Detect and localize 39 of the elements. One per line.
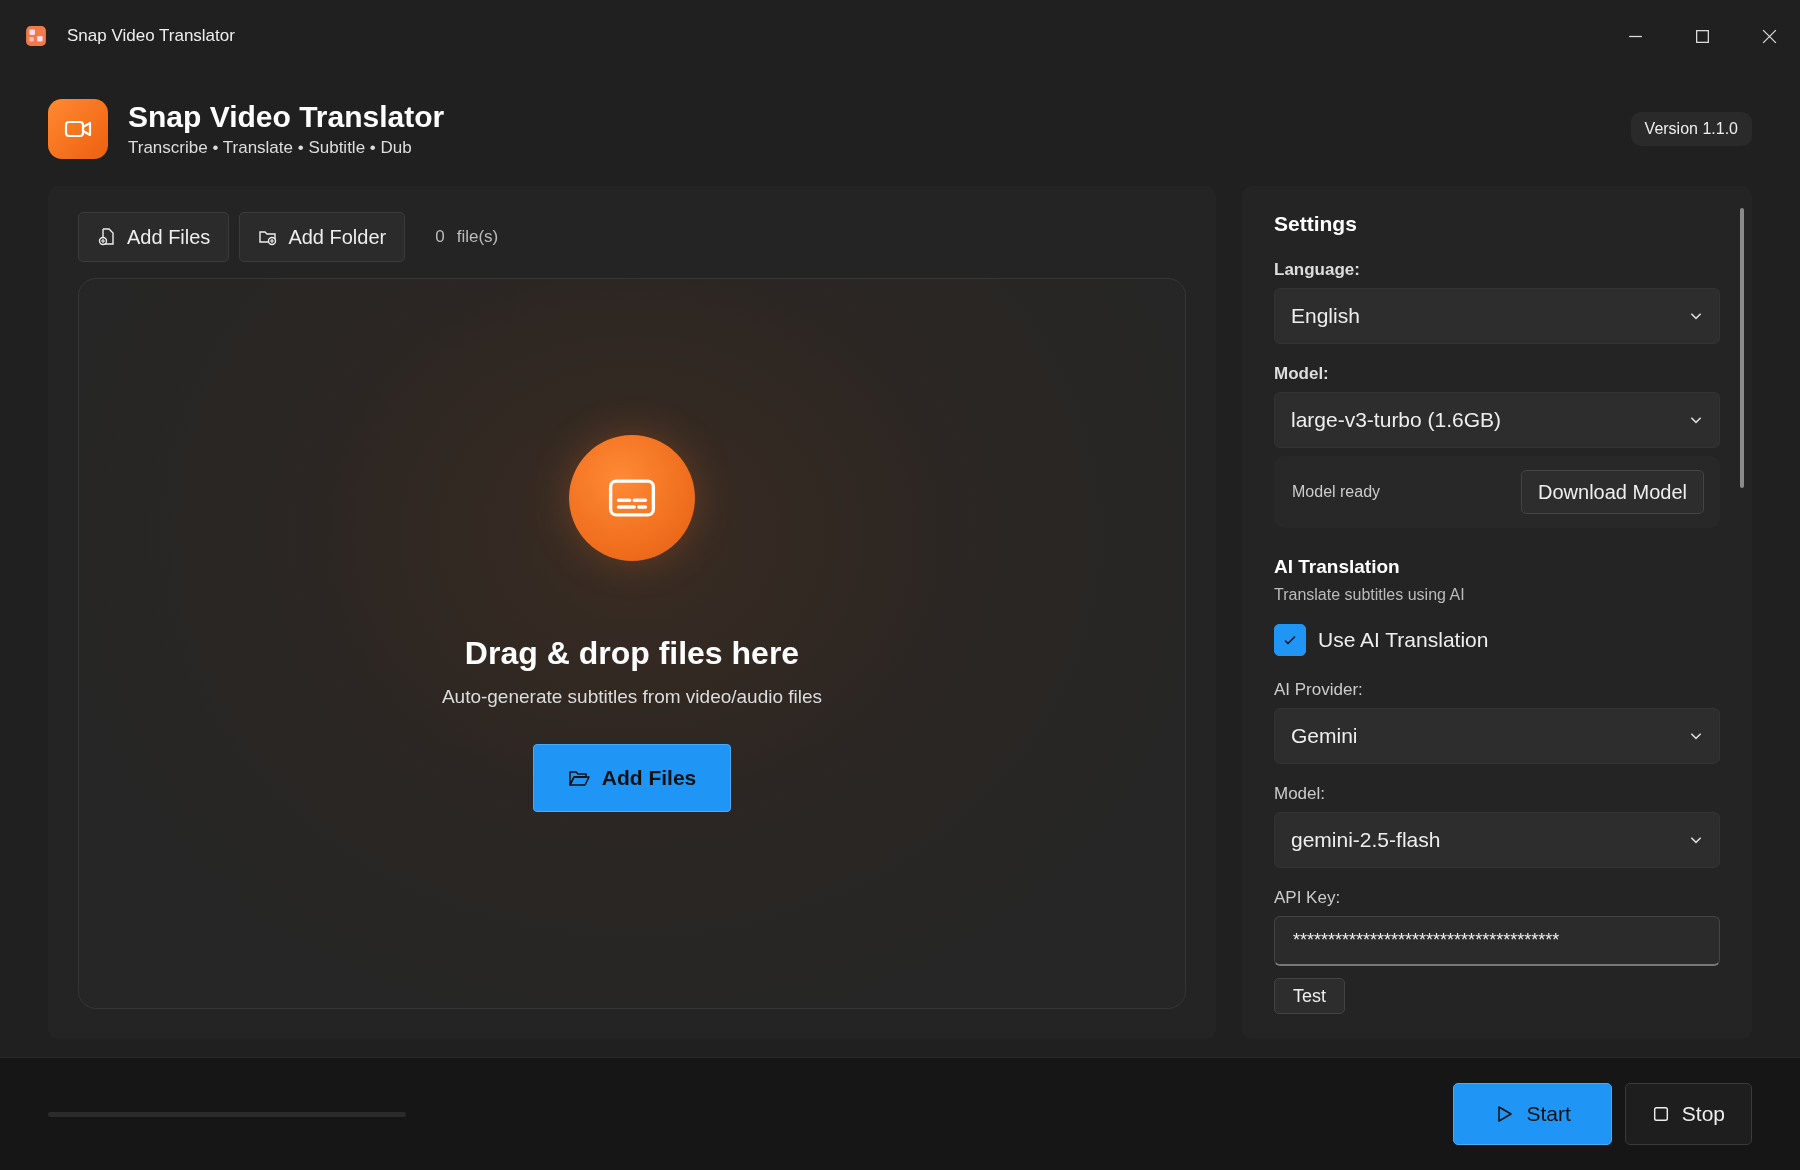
file-count: 0 (435, 227, 445, 247)
download-model-button[interactable]: Download Model (1521, 470, 1704, 514)
test-button[interactable]: Test (1274, 978, 1345, 1014)
maximize-icon[interactable] (1694, 27, 1711, 45)
app-title: Snap Video Translator (128, 100, 445, 134)
checkbox-label: Use AI Translation (1318, 628, 1489, 652)
section-title: AI Translation (1274, 556, 1401, 578)
field-label: API Key: (1274, 888, 1342, 908)
field-label: Language: (1274, 260, 1361, 280)
drop-subtitle: Auto-generate subtitles from video/audio files (441, 686, 823, 708)
scrollbar[interactable] (1740, 208, 1744, 488)
file-plus-icon (97, 227, 117, 247)
stop-button[interactable]: Stop (1624, 1083, 1752, 1145)
ai-model-dropdown[interactable]: gemini-2.5-flash (1274, 812, 1720, 868)
checkbox[interactable] (1274, 624, 1306, 656)
api-key-field[interactable]: ************************************** (1274, 916, 1720, 966)
close-icon[interactable] (1761, 27, 1778, 45)
start-button[interactable]: Start (1453, 1083, 1612, 1145)
add-folder-button[interactable]: Add Folder (239, 212, 406, 262)
drop-zone[interactable]: Drag & drop files here Auto-generate subtitles from video/audio files Add Files (78, 278, 1186, 1009)
settings-title: Settings (1274, 212, 1358, 236)
version-badge: Version 1.1.0 (1630, 112, 1752, 146)
video-camera-logo (48, 99, 108, 159)
field-label: Model: (1274, 784, 1327, 804)
window-title: Snap Video Translator (67, 26, 235, 46)
field-label: AI Provider: (1274, 680, 1364, 700)
stop-icon (1651, 1105, 1670, 1123)
language-dropdown[interactable]: English (1274, 288, 1720, 344)
app-subtitle: Transcribe • Translate • Subtitle • Dub (128, 138, 413, 158)
file-count-unit: file(s) (456, 227, 499, 247)
app-icon (25, 25, 47, 47)
provider-dropdown[interactable]: Gemini (1274, 708, 1720, 764)
field-label: Model: (1274, 364, 1330, 384)
model-status: Model ready (1292, 483, 1381, 501)
section-description: Translate subtitles using AI (1274, 586, 1466, 604)
model-dropdown[interactable]: large-v3-turbo (1.6GB) (1274, 392, 1720, 448)
add-files-button[interactable]: Add Files (78, 212, 230, 262)
add-files-button[interactable]: Add Files (532, 744, 732, 812)
drop-title: Drag & drop files here (464, 635, 800, 672)
